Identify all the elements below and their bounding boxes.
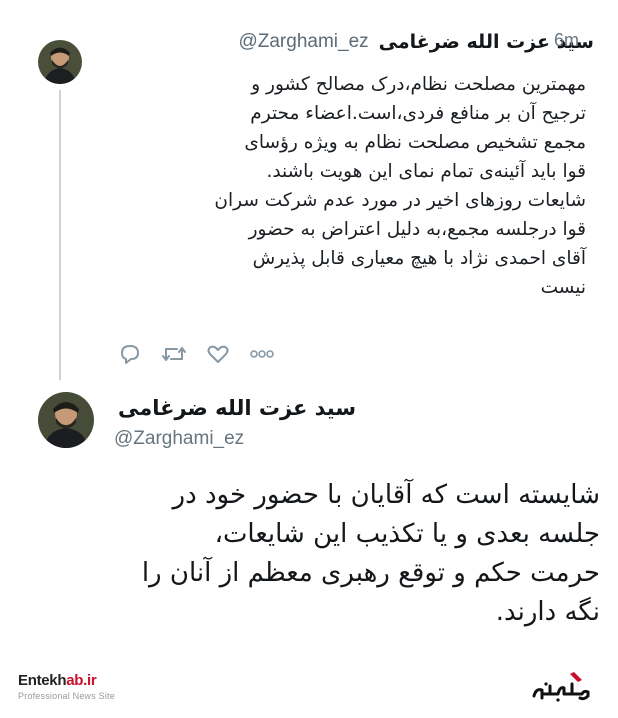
tweet-text-line: شایسته است که آقایان با حضور خود در — [172, 480, 600, 510]
watermark-text-part2: ab.ir — [66, 672, 97, 689]
tweet-text-line: ترجیح آن بر منافع فردی،است.اعضاء محترم — [250, 103, 586, 124]
avatar[interactable] — [38, 40, 82, 84]
tweet-text-line: جلسه بعدی و یا تکذیب این شایعات، — [214, 519, 600, 549]
tweet-actions — [116, 340, 276, 368]
avatar[interactable] — [38, 392, 94, 448]
site-watermark: Entekhab.ir Professional News Site — [18, 672, 158, 708]
tweet-thread-card: سید عزت الله ضرغامی @Zarghami_ez 6m مهمت… — [8, 6, 610, 656]
reply-icon[interactable] — [116, 341, 144, 367]
tweet-text-line: نیست — [540, 277, 586, 298]
tweet-text-line: نگه دارند. — [495, 597, 600, 627]
tweet-text: شایسته است که آقایان با حضور خود در جلسه… — [48, 476, 600, 632]
watermark-subtitle: Professional News Site — [18, 691, 115, 701]
entekhab-logo — [528, 666, 600, 706]
more-icon[interactable] — [248, 341, 276, 367]
tweet-text-line: آقای احمدی نژاد با هیچ معیاری قابل پذیرش — [252, 248, 586, 269]
tweet-text-line: شایعات روزهای اخیر در مورد عدم شرکت سران — [214, 190, 586, 211]
author-name[interactable]: سید عزت الله ضرغامی — [118, 396, 358, 420]
tweet-text-line: مهمترین مصلحت نظام،درک مصالح کشور و — [251, 74, 586, 95]
watermark-text: Entekhab.ir — [18, 672, 158, 689]
heart-icon[interactable] — [204, 341, 232, 367]
tweet-text-line: قوا باید آئینه‌ی تمام نمای این هویت باشن… — [266, 161, 586, 182]
tweet-text: مهمترین مصلحت نظام،درک مصالح کشور و ترجی… — [106, 70, 586, 302]
tweet-text-line: مجمع تشخیص مصلحت نظام به ویژه رؤسای — [244, 132, 586, 153]
retweet-icon[interactable] — [160, 341, 188, 367]
watermark-text-part1: Entekh — [18, 672, 67, 689]
author-handle[interactable]: @Zarghami_ez — [114, 428, 244, 450]
tweet-timestamp[interactable]: 6m — [554, 30, 579, 51]
thread-connector-line — [59, 90, 61, 380]
tweet-text-line: حرمت حکم و توقع رهبری معظم از آنان را — [141, 558, 600, 588]
tweet-text-line: قوا درجلسه مجمع،به دلیل اعتراض به حضور — [248, 219, 586, 240]
tweet-header: سید عزت الله ضرغامی @Zarghami_ez — [108, 28, 594, 56]
author-handle[interactable]: @Zarghami_ez — [238, 31, 368, 53]
